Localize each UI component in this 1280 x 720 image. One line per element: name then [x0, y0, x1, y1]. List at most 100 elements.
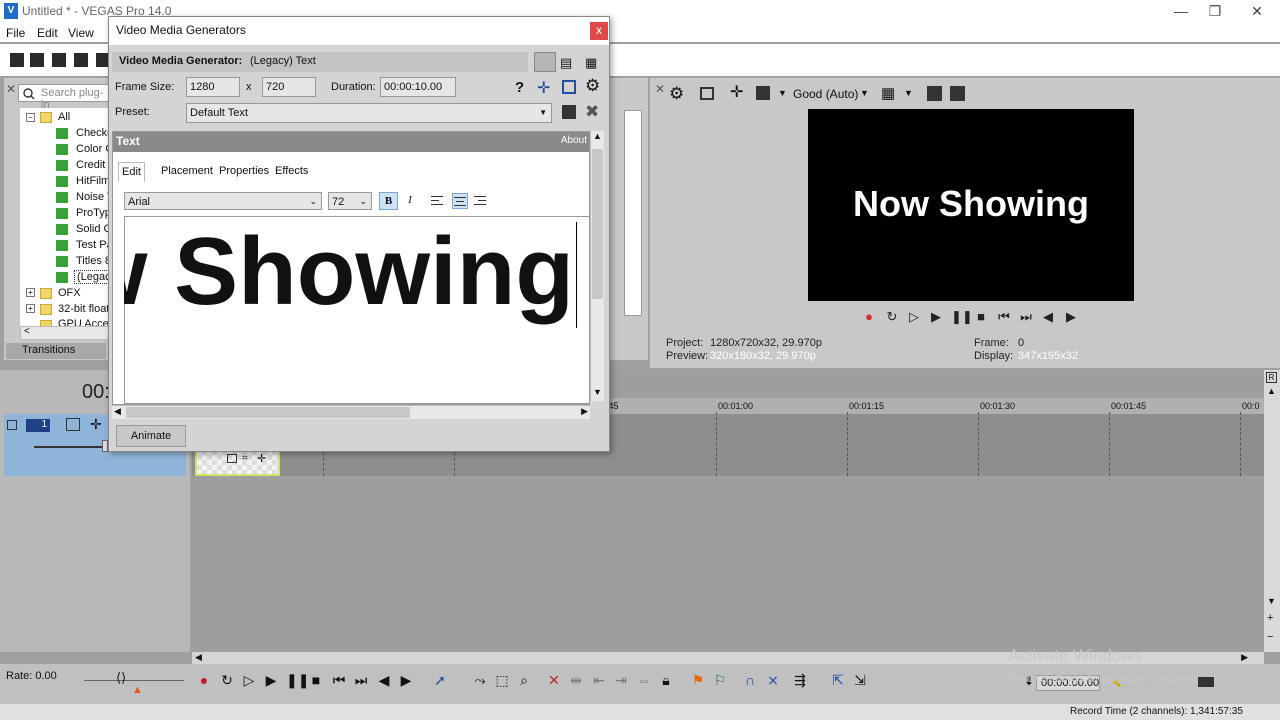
marker-icon[interactable]: ⚑ [690, 672, 706, 688]
pause-icon[interactable]: ❚❚ [286, 672, 309, 688]
ripple-edit-icon[interactable]: ⇶ [792, 672, 808, 688]
scroll-right-icon[interactable]: ▶ [581, 406, 588, 417]
tree-item-protype[interactable]: ProTyp [76, 207, 110, 219]
tree-item-checkerboard[interactable]: Checke [76, 127, 110, 139]
record-icon[interactable]: ● [862, 310, 876, 324]
trim-end-icon[interactable]: ⇥ [613, 672, 629, 688]
track-collapse-icon[interactable] [7, 420, 17, 430]
save-preset-icon[interactable] [562, 105, 576, 119]
duration-input[interactable]: 00:00:10.00 [380, 77, 456, 97]
go-to-start-icon[interactable]: ⏮ [997, 310, 1011, 324]
maximize-button[interactable]: ❐ [1192, 0, 1238, 24]
record-icon[interactable]: ● [196, 672, 212, 688]
rate-slider-handle[interactable]: ⟨⟩ [116, 670, 126, 686]
zoom-in-icon[interactable]: + [1267, 612, 1273, 624]
record-arm-icon[interactable]: R [1266, 372, 1277, 383]
auto-crossfade-icon[interactable]: ⨯ [765, 672, 781, 688]
gear-icon[interactable]: ⚙ [669, 85, 684, 102]
external-monitor-icon[interactable] [700, 87, 714, 100]
dialog-horizontal-scrollbar[interactable]: ◀ ▶ [112, 405, 590, 419]
envelope-tool-icon[interactable]: ⤳ [472, 672, 488, 688]
stop-icon[interactable]: ■ [308, 672, 324, 688]
lock-icon[interactable]: 🔒︎ [658, 672, 674, 688]
sync-cursor-icon[interactable] [562, 80, 576, 94]
loop-icon[interactable]: ↻ [219, 672, 235, 688]
scroll-up-icon[interactable]: ▲ [1267, 386, 1276, 396]
align-left-icon[interactable] [431, 193, 447, 209]
tree-item-credit-roll[interactable]: Credit I [76, 159, 110, 171]
scroll-left-icon[interactable]: ◀ [114, 406, 121, 417]
open-folder-icon[interactable] [30, 53, 44, 67]
tree-item-noise-texture[interactable]: Noise T [76, 191, 110, 203]
align-center-icon[interactable] [452, 193, 468, 209]
play-icon[interactable]: ▶ [263, 672, 279, 688]
trim-icon[interactable]: ⇹ [568, 672, 584, 688]
dialog-title-bar[interactable]: Video Media Generators [109, 17, 609, 45]
keyframe-icon[interactable]: ✛ [537, 78, 550, 98]
delete-preset-icon[interactable]: ✖ [585, 102, 599, 122]
clip-fx-icon[interactable]: ✛ [257, 452, 266, 465]
tree-item-32bit-float[interactable]: 32-bit float [58, 303, 109, 315]
font-size-select[interactable]: 72 ⌄ [328, 192, 372, 210]
view-mode-1-icon[interactable] [534, 52, 556, 72]
frame-height-input[interactable]: 720 [262, 77, 316, 97]
help-icon[interactable]: ? [515, 79, 524, 96]
bold-button[interactable]: B [379, 192, 398, 210]
plugin-search-input[interactable]: Search plug-in [18, 84, 110, 111]
go-to-end-icon[interactable]: ⏭ [353, 672, 369, 688]
tab-edit[interactable]: Edit [118, 162, 145, 182]
close-window-button[interactable]: ✕ [1234, 0, 1280, 24]
scroll-thumb[interactable] [126, 407, 410, 418]
tree-item-gpu-accelerated[interactable]: GPU Accele [58, 318, 110, 326]
next-frame-icon[interactable]: ▶ [1064, 310, 1078, 324]
ignore-grouping-icon[interactable]: ⇲ [852, 672, 868, 688]
text-editor-content[interactable]: Now Showing [124, 222, 574, 322]
snapping-icon[interactable]: ∩ [742, 672, 758, 688]
tree-item-test-pattern[interactable]: Test Pa [76, 239, 110, 251]
text-media-clip[interactable]: ⌗ ✛ [195, 448, 280, 476]
menu-file[interactable]: File [6, 26, 25, 40]
view-mode-2-icon[interactable]: ▤ [560, 55, 572, 71]
region-icon[interactable]: ⚐ [712, 672, 728, 688]
tab-properties[interactable]: Properties [216, 162, 272, 182]
scroll-up-icon[interactable]: ▲ [593, 131, 602, 141]
selection-tool-icon[interactable]: ⬚ [494, 672, 510, 688]
chevron-down-icon[interactable]: ▼ [860, 88, 869, 98]
dialog-close-button[interactable]: x [590, 22, 608, 40]
delete-icon[interactable]: ✕ [546, 672, 562, 688]
scroll-left-icon[interactable]: ◀ [195, 652, 202, 663]
clip-media-icon[interactable] [227, 454, 237, 463]
chevron-down-icon[interactable]: ▼ [778, 88, 787, 98]
presets-list-scrollbar[interactable] [624, 110, 642, 316]
track-fx-icon[interactable]: ✛ [90, 416, 102, 433]
pause-icon[interactable]: ❚❚ [951, 310, 973, 324]
go-to-start-icon[interactable]: ⏮ [331, 672, 347, 688]
save-as-icon[interactable] [74, 53, 88, 67]
collapse-icon[interactable]: − [26, 113, 35, 122]
lock-envelopes-icon[interactable]: ⇱ [830, 672, 846, 688]
save-icon[interactable] [52, 53, 66, 67]
chevron-down-icon[interactable]: ⌄ [309, 192, 317, 210]
preview-quality-dropdown[interactable]: Good (Auto) [793, 87, 858, 101]
loop-icon[interactable]: ↻ [885, 310, 899, 324]
scroll-down-icon[interactable]: ▼ [593, 387, 602, 397]
timeline-vertical-scrollbar[interactable]: R ▲ ▼ + − [1264, 370, 1280, 652]
scroll-down-icon[interactable]: ▼ [1267, 596, 1276, 606]
split-screen-icon[interactable]: ✛ [730, 85, 743, 101]
expand-icon[interactable]: + [26, 304, 35, 313]
play-from-start-icon[interactable]: ▷ [907, 310, 921, 324]
tree-item-titles[interactable]: Titles 8 [76, 255, 110, 267]
normal-edit-tool-icon[interactable]: ➚ [432, 672, 448, 688]
preset-dropdown[interactable]: Default Text ▼ [186, 103, 552, 123]
expand-icon[interactable]: + [26, 288, 35, 297]
scroll-right-icon[interactable]: ▶ [1241, 652, 1248, 663]
overlay-icon[interactable] [756, 86, 770, 100]
scroll-left-icon[interactable]: < [24, 326, 30, 337]
play-from-start-icon[interactable]: ▷ [241, 672, 257, 688]
explorer-horizontal-scrollbar[interactable]: < [20, 326, 110, 340]
gear-icon[interactable]: ⚙ [585, 76, 600, 96]
previous-frame-icon[interactable]: ◀ [1041, 310, 1055, 324]
play-icon[interactable]: ▶ [929, 310, 943, 324]
close-panel-icon[interactable]: ✕ [6, 82, 16, 96]
zoom-tool-icon[interactable]: ⌕ [516, 672, 532, 688]
